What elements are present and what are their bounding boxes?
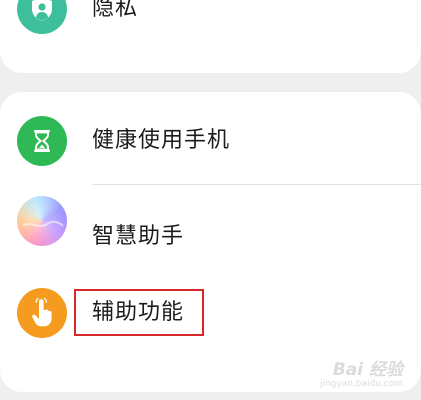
watermark: Bai 经验 jingyan.baidu.com — [320, 362, 403, 390]
settings-item-label-smart-assistant: 智慧助手 — [92, 224, 185, 249]
settings-item-digital-wellbeing[interactable]: 健康使用手机 — [0, 92, 421, 182]
settings-item-smart-assistant[interactable]: 智慧助手 — [0, 184, 421, 274]
hourglass-icon — [17, 116, 67, 166]
settings-item-label-digital-wellbeing: 健康使用手机 — [92, 128, 231, 153]
highlight-box — [74, 289, 204, 336]
settings-item-privacy[interactable]: 隐私 — [0, 0, 421, 44]
hand-pointer-icon — [17, 288, 67, 338]
settings-card-privacy-group: 隐私 — [0, 0, 421, 73]
settings-item-label-privacy: 隐私 — [92, 0, 139, 21]
settings-item-accessibility[interactable]: 辅助功能 — [0, 272, 421, 362]
privacy-shield-icon — [17, 0, 67, 34]
watermark-url: jingyan.baidu.com — [319, 379, 403, 390]
watermark-logo-text: Bai 经验 — [332, 360, 403, 381]
smart-assistant-gradient-icon — [17, 196, 67, 246]
settings-card-main-group: 健康使用手机 智慧助手 辅助功能 — [0, 92, 421, 392]
settings-screen: 隐私 健康使用手机 智慧助手 辅助功能 Bai 经验 jingyan.baidu… — [0, 0, 421, 400]
